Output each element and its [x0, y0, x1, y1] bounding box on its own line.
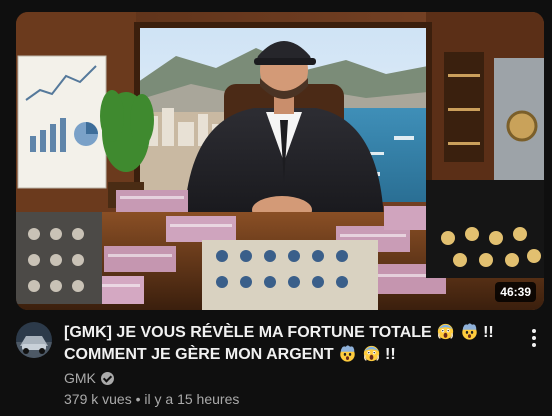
exploding-head-icon — [461, 323, 477, 340]
face-screaming-in-fear-icon — [438, 323, 454, 340]
video-metadata: 379 k vues • il y a 15 heures — [64, 391, 239, 407]
verified-check-icon — [100, 371, 114, 385]
upload-age: il y a 15 heures — [144, 391, 240, 407]
avatar-image — [16, 322, 52, 358]
title-line-2: COMMENT JE GÈRE MON ARGENT !! — [64, 344, 512, 366]
meta-separator: • — [135, 391, 141, 407]
title-line-1: [GMK] JE VOUS RÉVÈLE MA FORTUNE TOTALE !… — [64, 322, 512, 344]
more-actions-button[interactable] — [526, 326, 542, 350]
face-screaming-in-fear-icon — [363, 345, 379, 362]
exploding-head-icon — [340, 345, 355, 362]
video-duration-badge: 46:39 — [495, 282, 536, 302]
more-vert-icon-dot — [532, 343, 536, 347]
view-count: 379 k vues — [64, 391, 132, 407]
more-vert-icon-dot — [532, 329, 536, 333]
video-thumbnail[interactable]: 46:39 — [16, 12, 544, 310]
title-suffix-2: !! — [385, 346, 396, 363]
thumbnail-image — [16, 12, 544, 310]
title-text-2: COMMENT JE GÈRE MON ARGENT — [64, 346, 334, 363]
channel-avatar[interactable] — [16, 322, 52, 358]
title-text-1: [GMK] JE VOUS RÉVÈLE MA FORTUNE TOTALE — [64, 324, 432, 341]
channel-name-link[interactable]: GMK — [64, 370, 114, 386]
title-suffix-1: !! — [483, 324, 494, 341]
more-vert-icon-dot — [532, 336, 536, 340]
video-title[interactable]: [GMK] JE VOUS RÉVÈLE MA FORTUNE TOTALE !… — [64, 322, 512, 366]
channel-name: GMK — [64, 370, 96, 386]
